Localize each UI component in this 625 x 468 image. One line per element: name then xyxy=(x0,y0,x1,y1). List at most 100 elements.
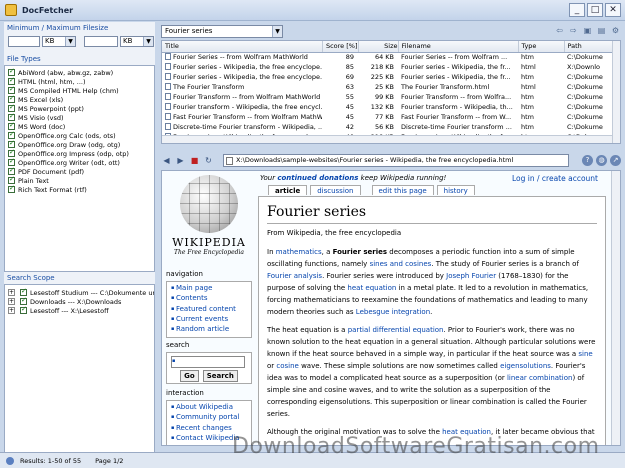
article-link[interactable]: mathematics xyxy=(276,248,322,256)
filetype-item[interactable]: MS Compiled HTML Help (chm) xyxy=(5,85,154,95)
min-unit-select[interactable]: KB ▼ xyxy=(42,36,76,47)
minimize-button[interactable]: _ xyxy=(569,3,585,17)
wiki-search-input[interactable] xyxy=(171,356,245,368)
table-row[interactable]: Fourier Series -- from Wolfram MathWorld… xyxy=(162,52,614,62)
expand-icon[interactable]: + xyxy=(8,298,15,305)
help-icon[interactable]: ? xyxy=(582,155,593,166)
table-row[interactable]: Fourier series - Wikipedia, the free enc… xyxy=(162,72,614,82)
checkbox-checked-icon[interactable] xyxy=(8,85,15,94)
back-icon[interactable]: ◀ xyxy=(161,155,172,166)
filetype-item[interactable]: MS Powerpoint (ppt) xyxy=(5,103,154,113)
filetype-item[interactable]: MS Visio (vsd) xyxy=(5,112,154,122)
scope-item[interactable]: + Lesestoff --- X:\Lesestoff xyxy=(5,306,154,315)
checkbox-checked-icon[interactable] xyxy=(8,112,15,121)
article-link[interactable]: cosine xyxy=(276,362,298,370)
results-vertical-scrollbar[interactable] xyxy=(612,41,620,143)
column-header[interactable]: Type xyxy=(518,41,565,53)
checkbox-checked-icon[interactable] xyxy=(8,121,15,130)
prev-page-icon[interactable]: ⇦ xyxy=(554,25,565,36)
next-page-icon[interactable]: ⇨ xyxy=(568,25,579,36)
max-unit-select[interactable]: KB ▼ xyxy=(120,36,154,47)
nav-link[interactable]: Random article xyxy=(171,325,247,335)
expand-icon[interactable]: + xyxy=(8,307,15,314)
filetype-item[interactable]: OpenOffice.org Calc (ods, ots) xyxy=(5,130,154,140)
filetype-item[interactable]: MS Excel (xls) xyxy=(5,94,154,104)
expand-icon[interactable]: + xyxy=(8,289,15,296)
checkbox-checked-icon[interactable] xyxy=(20,306,27,314)
table-row[interactable]: The Fourier Transform 63 25 KB The Fourier … xyxy=(162,82,614,92)
scope-item[interactable]: + Lesestoff Studium --- C:\Dokumente ur xyxy=(5,288,154,297)
donations-link[interactable]: continued donations xyxy=(277,174,358,182)
nav-link[interactable]: Main page xyxy=(171,284,247,294)
refresh-icon[interactable]: ↻ xyxy=(203,155,214,166)
url-field[interactable]: X:\Downloads\sample-websites\Fourier ser… xyxy=(223,154,569,167)
column-header[interactable]: Title xyxy=(162,41,323,53)
search-input[interactable]: Fourier series ▼ xyxy=(161,25,283,38)
stop-icon[interactable]: ■ xyxy=(189,155,200,166)
preview-vertical-scrollbar[interactable] xyxy=(611,171,620,445)
checkbox-checked-icon[interactable] xyxy=(8,67,15,76)
wiki-search-button[interactable]: Search xyxy=(202,370,238,382)
table-row[interactable]: Fourier series - Wikipedia, the free enc… xyxy=(162,62,614,72)
filetype-item[interactable]: Plain Text xyxy=(5,175,154,185)
layout-icon[interactable]: ▣ xyxy=(582,25,593,36)
checkbox-checked-icon[interactable] xyxy=(8,184,15,193)
nav-link[interactable]: Current events xyxy=(171,315,247,325)
checkbox-checked-icon[interactable] xyxy=(20,288,27,296)
checkbox-checked-icon[interactable] xyxy=(8,148,15,157)
checkbox-checked-icon[interactable] xyxy=(8,139,15,148)
column-header[interactable]: Filename xyxy=(398,41,519,53)
table-row[interactable]: Fourier transform - Wikipedia, the free … xyxy=(162,102,614,112)
open-external-icon[interactable]: ↗ xyxy=(610,155,621,166)
interaction-link[interactable]: About Wikipedia xyxy=(171,403,247,413)
article-link[interactable]: heat equation xyxy=(347,284,396,292)
filetype-item[interactable]: PDF Document (pdf) xyxy=(5,166,154,176)
article-link[interactable]: sines and cosines xyxy=(370,260,432,268)
maximize-button[interactable]: □ xyxy=(587,3,603,17)
column-header[interactable]: Path xyxy=(564,41,615,53)
checkbox-checked-icon[interactable] xyxy=(8,76,15,85)
login-link[interactable]: Log in / create account xyxy=(512,174,598,183)
article-link[interactable]: Joseph Fourier xyxy=(446,272,496,280)
checkbox-checked-icon[interactable] xyxy=(8,157,15,166)
checkbox-checked-icon[interactable] xyxy=(8,94,15,103)
table-row[interactable]: Fourier Transform -- from Wolfram MathWo… xyxy=(162,92,614,102)
filetype-item[interactable]: HTML (html, htm, ...) xyxy=(5,76,154,86)
filetype-item[interactable]: MS Word (doc) xyxy=(5,121,154,131)
checkbox-checked-icon[interactable] xyxy=(20,297,27,305)
tab-history[interactable]: history xyxy=(436,185,475,195)
column-header[interactable]: Score [%] xyxy=(322,41,359,53)
max-filesize-input[interactable] xyxy=(84,36,118,47)
forward-icon[interactable]: ▶ xyxy=(175,155,186,166)
column-header[interactable]: Size xyxy=(358,41,399,53)
min-filesize-input[interactable] xyxy=(8,36,40,47)
checkbox-checked-icon[interactable] xyxy=(8,130,15,139)
article-link[interactable]: linear combination xyxy=(507,374,573,382)
nav-link[interactable]: Featured content xyxy=(171,305,247,315)
article-link[interactable]: Lebesgue integration xyxy=(356,308,430,316)
tab-discussion[interactable]: discussion xyxy=(310,185,361,195)
results-horizontal-scrollbar[interactable] xyxy=(162,135,614,143)
interaction-link[interactable]: Recent changes xyxy=(171,424,247,434)
table-row[interactable]: Fast Fourier Transform -- from Wolfram M… xyxy=(162,112,614,122)
interaction-link[interactable]: Community portal xyxy=(171,413,247,423)
filetype-item[interactable]: OpenOffice.org Impress (odp, otp) xyxy=(5,148,154,158)
filetype-item[interactable]: OpenOffice.org Draw (odg, otg) xyxy=(5,139,154,149)
checkbox-checked-icon[interactable] xyxy=(8,166,15,175)
article-link[interactable]: partial differential equation xyxy=(348,326,444,334)
scope-item[interactable]: + Downloads --- X:\Downloads xyxy=(5,297,154,306)
filetype-item[interactable]: Rich Text Format (rtf) xyxy=(5,184,154,194)
close-button[interactable]: ✕ xyxy=(605,3,621,17)
checkbox-checked-icon[interactable] xyxy=(8,103,15,112)
article-link[interactable]: sine xyxy=(578,350,592,358)
checkbox-checked-icon[interactable] xyxy=(8,175,15,184)
wikipedia-logo[interactable]: WIKIPEDIA The Free Encyclopedia xyxy=(168,175,250,267)
filetype-item[interactable]: OpenOffice.org Writer (odt, ott) xyxy=(5,157,154,167)
chevron-down-icon[interactable]: ▼ xyxy=(272,26,282,37)
go-button[interactable]: Go xyxy=(180,370,199,382)
tab-edit[interactable]: edit this page xyxy=(371,185,434,195)
table-row[interactable]: Discrete-time Fourier transform - Wikipe… xyxy=(162,122,614,132)
article-link[interactable]: eigensolutions xyxy=(500,362,551,370)
article-link[interactable]: Fourier analysis xyxy=(267,272,322,280)
globe-icon[interactable]: ◍ xyxy=(596,155,607,166)
